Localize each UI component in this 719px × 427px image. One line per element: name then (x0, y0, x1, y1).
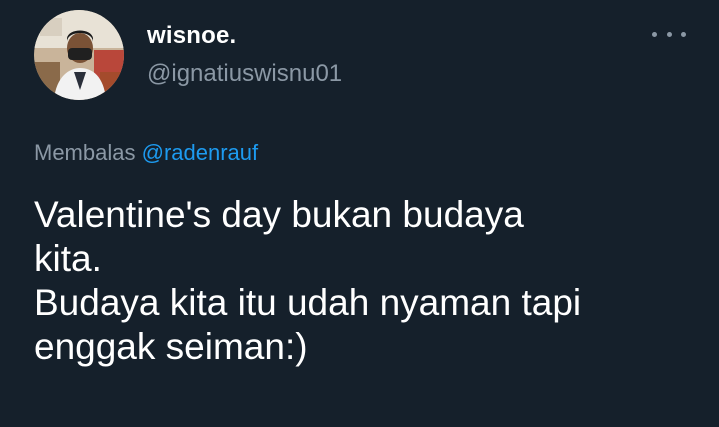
tweet-card: wisnoe. @ignatiuswisnu01 Membalas @raden… (0, 0, 719, 427)
replying-mention-link[interactable]: @radenrauf (142, 140, 259, 165)
replying-prefix: Membalas (34, 140, 136, 165)
dot (681, 31, 686, 37)
tweet-text-line: enggak seiman:) (34, 326, 308, 367)
avatar[interactable] (34, 10, 124, 100)
tweet-text-line: kita. (34, 238, 102, 279)
more-horizontal-icon[interactable] (652, 22, 686, 46)
author-name[interactable]: wisnoe. (147, 22, 236, 50)
tweet-text-line: Valentine's day bukan budaya (34, 194, 524, 235)
dot (666, 31, 672, 37)
author-handle[interactable]: @ignatiuswisnu01 (147, 60, 342, 88)
tweet-text: Valentine's day bukan budaya kita. Buday… (34, 193, 704, 369)
tweet-text-line: Budaya kita itu udah nyaman tapi (34, 282, 582, 323)
dot (652, 31, 657, 37)
profile-photo (34, 10, 124, 100)
replying-to: Membalas @radenrauf (34, 140, 258, 166)
